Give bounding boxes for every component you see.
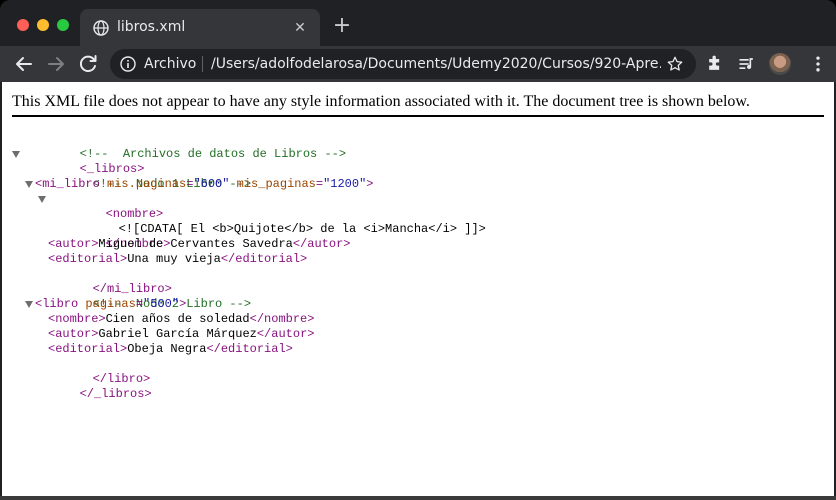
back-arrow-icon[interactable] — [12, 52, 36, 76]
site-info-chip-label[interactable]: Archivo — [144, 56, 196, 72]
star-icon[interactable] — [666, 55, 684, 73]
xml-line: <_libros> — [22, 147, 145, 176]
xml-text: Una muy vieja — [127, 252, 221, 266]
xml-tag: </editorial> — [206, 342, 293, 356]
xml-tag: </_libros> — [79, 387, 152, 401]
xml-tag: </autor> — [292, 237, 351, 251]
xml-line: <nombre>Cien años de soledad</nombre> — [48, 312, 314, 327]
xml-attr-value: "1200" — [323, 177, 367, 191]
xml-tag: </nombre> — [249, 312, 315, 326]
new-tab-button[interactable]: + — [331, 15, 353, 38]
browser-window: libros.xml ✕ + Archivo /Users/adolfodela… — [0, 0, 836, 500]
xml-tag: <autor> — [48, 327, 99, 341]
xml-line: <libro paginas="500"> — [35, 297, 186, 312]
xml-line: </nombre> — [48, 222, 171, 251]
xml-text: Cien años de soledad — [105, 312, 250, 326]
xml-line: <!-- Nodo 2 Libro --> — [35, 282, 251, 311]
xml-attr-value: "600" — [193, 177, 230, 191]
xml-line: <nombre> — [48, 192, 164, 221]
media-queue-icon[interactable] — [737, 54, 757, 74]
window-maximize-button[interactable] — [57, 19, 69, 31]
tab-close-icon[interactable]: ✕ — [292, 19, 308, 35]
globe-icon — [93, 20, 109, 36]
collapse-triangle-icon[interactable] — [25, 301, 33, 308]
omnibox-divider — [202, 56, 203, 72]
xml-line: </libro> — [35, 357, 151, 386]
xml-tag: <mi_libro — [35, 177, 108, 191]
window-minimize-button[interactable] — [37, 19, 49, 31]
tab-strip: libros.xml ✕ + — [0, 0, 836, 46]
xml-text: Obeja Negra — [127, 342, 207, 356]
xml-line: </_libros> — [22, 372, 152, 401]
browser-tab[interactable]: libros.xml ✕ — [80, 9, 320, 46]
xml-tag: > — [179, 297, 187, 311]
xml-tag: > — [366, 177, 374, 191]
xml-attr-value: "500" — [143, 297, 180, 311]
puzzle-icon[interactable] — [705, 54, 725, 74]
xml-line: <!-- Archivos de datos de Libros --> — [22, 132, 346, 161]
xml-viewer-notice: This XML file does not appear to have an… — [12, 93, 750, 110]
url-text[interactable]: /Users/adolfodelarosa/Documents/Udemy202… — [211, 56, 661, 72]
collapse-triangle-icon[interactable] — [12, 151, 20, 158]
page-content: This XML file does not appear to have an… — [2, 82, 834, 498]
collapse-triangle-icon[interactable] — [25, 181, 33, 188]
xml-line: <mi_libro mis.paginas="600" mis_paginas=… — [35, 177, 374, 192]
xml-line: <autor>Gabriel García Márquez</autor> — [48, 327, 314, 342]
xml-tag: <editorial> — [48, 342, 128, 356]
address-bar[interactable]: Archivo /Users/adolfodelarosa/Documents/… — [110, 49, 696, 79]
xml-line: </mi_libro> — [35, 267, 172, 296]
xml-attr-name: paginas — [85, 297, 136, 311]
xml-attr-name: mis_paginas — [236, 177, 316, 191]
xml-equals: = — [135, 297, 144, 311]
xml-equals: = — [315, 177, 324, 191]
xml-attr-name: mis.paginas — [107, 177, 187, 191]
xml-space — [229, 177, 236, 191]
tab-title: libros.xml — [117, 19, 186, 35]
xml-tag: <editorial> — [48, 252, 128, 266]
xml-text: Gabriel García Márquez — [98, 327, 257, 341]
xml-tag: </editorial> — [220, 252, 308, 266]
desktop-background-strip — [0, 496, 836, 500]
xml-cdata: <![CDATA[ El <b>Quijote</b> de la <i>Man… — [118, 222, 486, 236]
xml-text: Miguel de Cervantes Savedra — [98, 237, 293, 251]
notice-divider — [12, 115, 824, 117]
xml-tag: <autor> — [48, 237, 99, 251]
xml-line: <editorial>Una muy vieja</editorial> — [48, 252, 307, 267]
xml-tag: <nombre> — [48, 312, 106, 326]
xml-line: <!-- Nodo 1 Libro --> — [35, 162, 251, 191]
xml-line: <![CDATA[ El <b>Quijote</b> de la <i>Man… — [61, 207, 486, 236]
forward-arrow-icon[interactable] — [44, 52, 68, 76]
avatar[interactable] — [769, 53, 791, 75]
xml-tag: </autor> — [256, 327, 315, 341]
xml-line: <autor>Miguel de Cervantes Savedra</auto… — [48, 237, 350, 252]
xml-line: <editorial>Obeja Negra</editorial> — [48, 342, 293, 357]
xml-tag: <libro — [35, 297, 86, 311]
reload-icon[interactable] — [76, 52, 100, 76]
window-close-button[interactable] — [17, 19, 29, 31]
kebab-menu-icon[interactable] — [808, 54, 828, 74]
collapse-triangle-icon[interactable] — [38, 196, 46, 203]
info-icon[interactable] — [120, 56, 136, 72]
